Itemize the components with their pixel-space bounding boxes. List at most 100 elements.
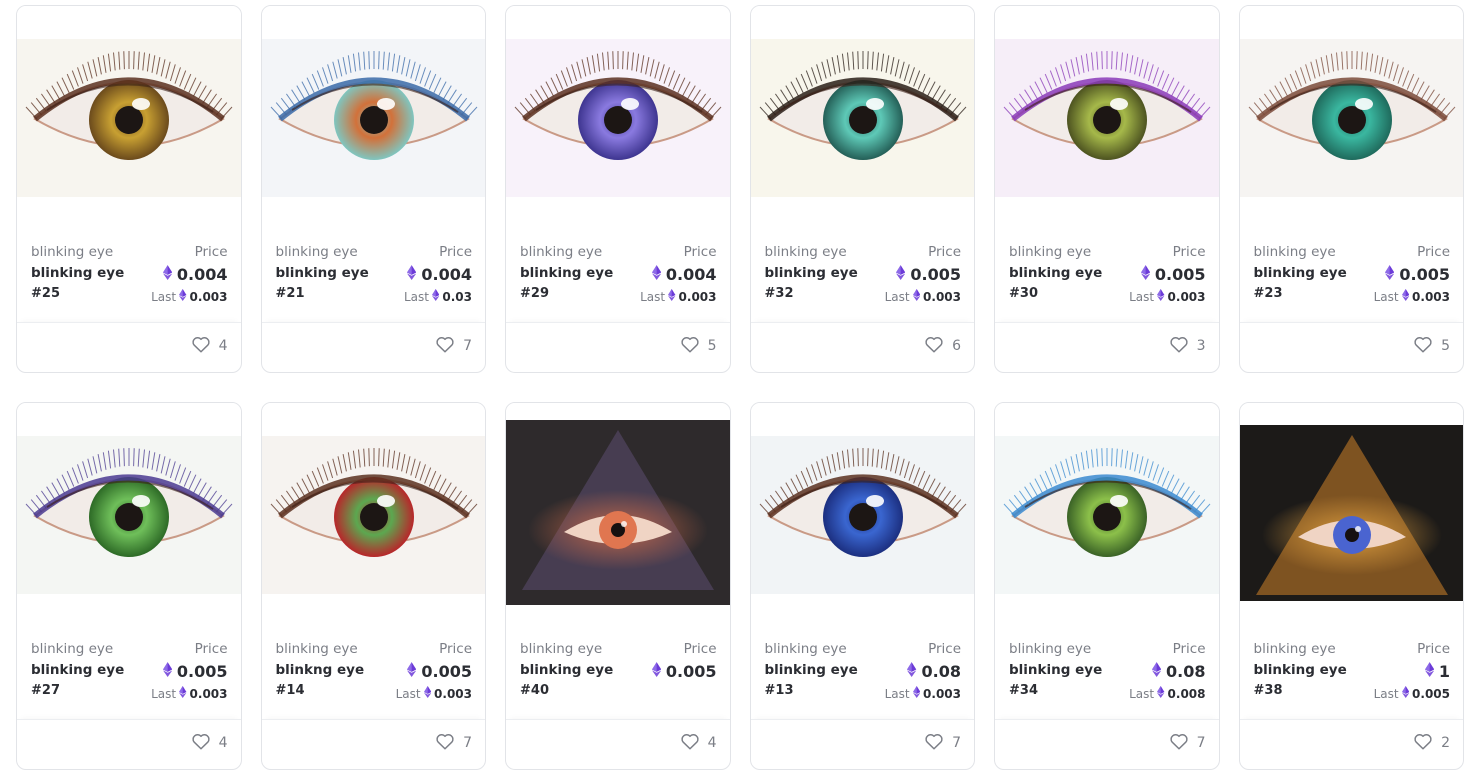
price-label: Price (1172, 244, 1206, 260)
nft-card[interactable]: blinking eye blinking eye #29 Price 0.00… (505, 5, 731, 373)
token-id: #29 (520, 286, 549, 301)
nft-image[interactable] (261, 6, 486, 232)
last-price-value: 0.03 (442, 289, 472, 304)
nft-name[interactable]: blinking eye (31, 662, 124, 678)
nft-image[interactable] (1239, 6, 1464, 232)
nft-card[interactable]: blinking eye blinking eye #38 Price 1 La… (1238, 402, 1464, 770)
heart-icon[interactable] (1169, 732, 1189, 754)
nft-image[interactable] (750, 6, 975, 232)
nft-name[interactable]: blinking eye (276, 265, 369, 281)
heart-icon[interactable] (191, 335, 211, 357)
nft-image[interactable] (17, 6, 241, 232)
eye-artwork (995, 39, 1219, 197)
price-value: 0.08 (921, 662, 961, 681)
nft-image[interactable] (995, 6, 1219, 232)
nft-name[interactable]: blinking eye (1009, 265, 1102, 281)
like-button[interactable]: 7 (435, 335, 472, 357)
heart-icon[interactable] (435, 335, 455, 357)
nft-info: blinking eye blinking eye #40 Price 0.00… (520, 641, 717, 705)
card-footer: 5 (1239, 322, 1463, 372)
nft-image[interactable] (506, 6, 730, 232)
eth-icon (1157, 686, 1165, 701)
eye-artwork (750, 436, 975, 594)
token-id: #13 (764, 683, 794, 698)
heart-icon[interactable] (1413, 335, 1433, 357)
like-button[interactable]: 7 (924, 732, 961, 754)
nft-card[interactable]: blinking eye blinking eye #32 Price 0.00… (749, 5, 975, 373)
token-id: #25 (31, 286, 60, 301)
like-button[interactable]: 7 (435, 732, 472, 754)
collection-name[interactable]: blinking eye (1009, 641, 1091, 657)
nft-name[interactable]: blinking eye (31, 265, 124, 281)
nft-card[interactable]: blinking eye blinking eye #13 Price 0.08… (749, 402, 975, 770)
nft-name[interactable]: blinking eye (765, 265, 858, 281)
nft-image[interactable] (506, 403, 730, 629)
eye-artwork (261, 39, 486, 197)
nft-image[interactable] (17, 403, 241, 629)
collection-name[interactable]: blinking eye (31, 641, 113, 657)
collection-name[interactable]: blinking eye (276, 641, 358, 657)
nft-card[interactable]: blinking eye blinking eye #25 Price 0.00… (16, 5, 242, 373)
price-label: Price (1417, 244, 1450, 260)
collection-name[interactable]: blinking eye (520, 641, 602, 657)
collection-name[interactable]: blinking eye (765, 641, 847, 657)
heart-icon[interactable] (924, 732, 944, 754)
heart-icon[interactable] (924, 335, 944, 357)
heart-icon[interactable] (1169, 335, 1189, 357)
price-value: 0.004 (665, 265, 717, 284)
nft-name[interactable]: blinking eye (520, 662, 613, 678)
last-label: Last (1373, 686, 1399, 701)
nft-card[interactable]: blinking eye blinking eye #40 Price 0.00… (505, 402, 731, 770)
nft-card[interactable]: blinking eye blinking eye #30 Price 0.00… (994, 5, 1220, 373)
nft-info: blinking eye blinking eye #21 Price 0.00… (276, 244, 473, 308)
heart-icon[interactable] (191, 732, 211, 754)
like-button[interactable]: 3 (1169, 335, 1206, 357)
nft-card[interactable]: blinking eye blinking eye #34 Price 0.08… (994, 402, 1220, 770)
like-button[interactable]: 4 (191, 732, 228, 754)
nft-card[interactable]: blinking eye blinking eye #23 Price 0.00… (1238, 5, 1464, 373)
like-button[interactable]: 2 (1413, 732, 1450, 754)
pyramid-eye-artwork (1239, 425, 1464, 601)
nft-name[interactable]: blinking eye (1254, 662, 1347, 678)
nft-card[interactable]: blinking eye blinkng eye #14 Price 0.005… (260, 402, 486, 770)
last-price-value: 0.008 (1167, 686, 1206, 701)
heart-icon[interactable] (1413, 732, 1433, 754)
nft-card[interactable]: blinking eye blinking eye #27 Price 0.00… (16, 402, 242, 770)
last-price-value: 0.003 (678, 289, 717, 304)
like-button[interactable]: 7 (1169, 732, 1206, 754)
nft-image[interactable] (750, 403, 975, 629)
nft-card[interactable]: blinking eye blinking eye #21 Price 0.00… (260, 5, 486, 373)
nft-name[interactable]: blinkng eye (276, 662, 365, 678)
price-value: 0.005 (1154, 265, 1206, 284)
price-label: Price (683, 244, 717, 260)
collection-name[interactable]: blinking eye (1254, 641, 1336, 657)
nft-info: blinking eye blinking eye #30 Price 0.00… (1009, 244, 1206, 308)
heart-icon[interactable] (680, 732, 700, 754)
eth-icon (407, 265, 417, 284)
like-button[interactable]: 6 (924, 335, 961, 357)
nft-image[interactable] (1239, 403, 1464, 629)
nft-name[interactable]: blinking eye (765, 662, 858, 678)
collection-name[interactable]: blinking eye (520, 244, 602, 260)
collection-name[interactable]: blinking eye (1254, 244, 1336, 260)
like-button[interactable]: 5 (680, 335, 717, 357)
like-button[interactable]: 4 (680, 732, 717, 754)
collection-name[interactable]: blinking eye (276, 244, 358, 260)
collection-name[interactable]: blinking eye (31, 244, 113, 260)
like-count: 7 (463, 735, 472, 751)
nft-name[interactable]: blinking eye (1254, 265, 1347, 281)
nft-image[interactable] (261, 403, 486, 629)
price-value: 0.08 (1166, 662, 1206, 681)
nft-name[interactable]: blinking eye (1009, 662, 1102, 678)
price-label: Price (928, 641, 961, 657)
last-label: Last (395, 686, 421, 701)
nft-image[interactable] (995, 403, 1219, 629)
heart-icon[interactable] (680, 335, 700, 357)
nft-info: blinking eye blinking eye #34 Price 0.08… (1009, 641, 1206, 705)
like-button[interactable]: 4 (191, 335, 228, 357)
nft-name[interactable]: blinking eye (520, 265, 613, 281)
like-button[interactable]: 5 (1413, 335, 1450, 357)
collection-name[interactable]: blinking eye (765, 244, 847, 260)
collection-name[interactable]: blinking eye (1009, 244, 1091, 260)
heart-icon[interactable] (435, 732, 455, 754)
